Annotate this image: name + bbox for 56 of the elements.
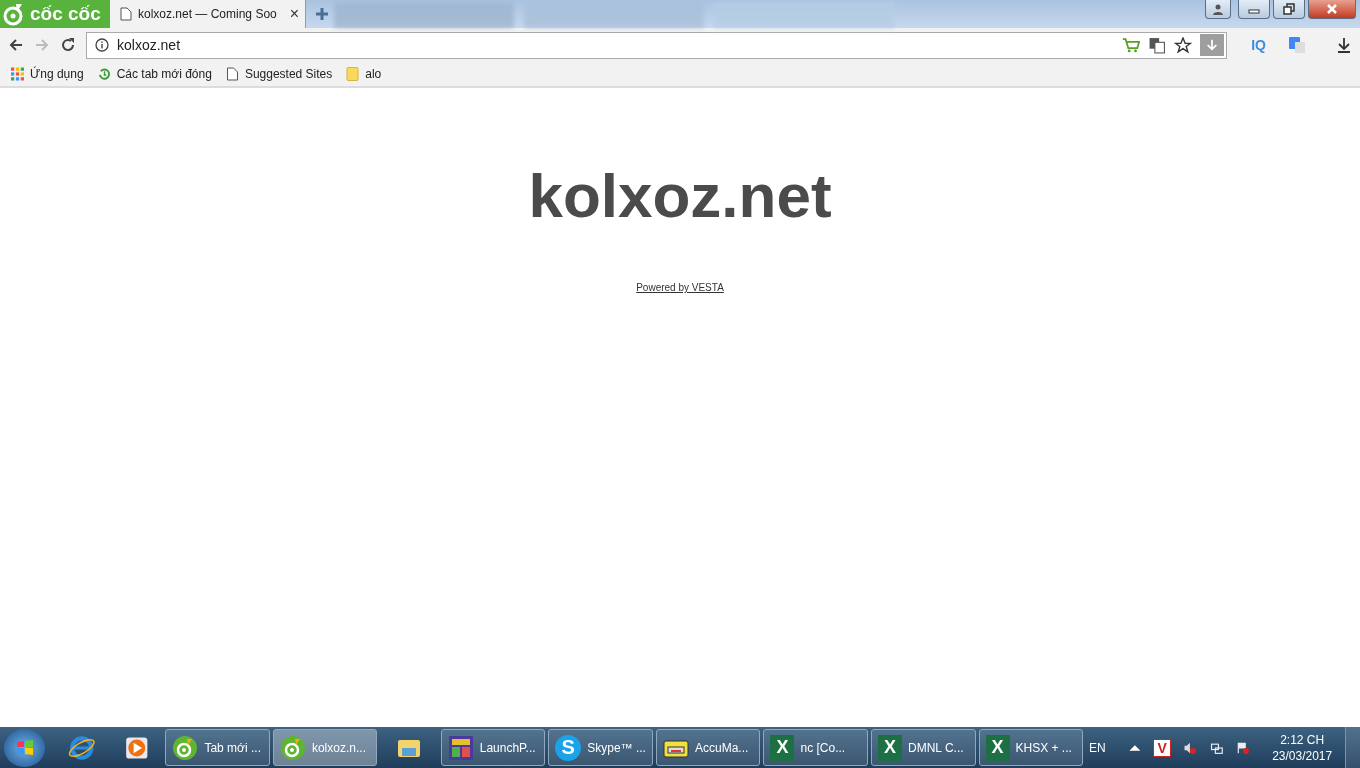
taskbar-button[interactable]: X DMNL C...: [871, 729, 976, 766]
bookmark-item[interactable]: Ứng dụng: [11, 67, 84, 81]
page-icon: [120, 7, 132, 21]
address-bar[interactable]: kolxoz.net: [86, 31, 1228, 59]
spreadsheet-icon: X: [770, 734, 795, 761]
back-icon[interactable]: [8, 37, 24, 53]
windows-logo-icon: [14, 737, 35, 758]
browser-e-icon[interactable]: [68, 733, 96, 762]
taskbar-button[interactable]: S Skype™ ...: [548, 729, 653, 766]
profile-button[interactable]: [1205, 0, 1231, 19]
restore-icon: [1283, 3, 1295, 15]
spreadsheet-icon: X: [985, 734, 1010, 761]
spreadsheet-icon: X: [878, 734, 902, 761]
close-tab-button[interactable]: ×: [289, 5, 299, 23]
minimize-button[interactable]: [1238, 0, 1270, 19]
bookmark-item[interactable]: Các tab mới đóng: [97, 67, 212, 81]
download-icon[interactable]: [1336, 37, 1352, 53]
history-icon: [97, 67, 111, 81]
download-button[interactable]: [1200, 34, 1225, 56]
colorful-grid-icon: [447, 734, 474, 761]
powered-by-link[interactable]: Powered by VESTA: [636, 282, 724, 293]
taskbar-button[interactable]: X KHSX + ...: [978, 729, 1083, 766]
bookmark-item[interactable]: alo: [346, 67, 382, 81]
person-icon: [1212, 3, 1224, 15]
bookmark-item[interactable]: Suggested Sites: [225, 67, 333, 81]
taskbar-button[interactable]: Tab mới ...: [165, 729, 270, 766]
language-indicator[interactable]: EN: [1089, 740, 1106, 755]
restore-button[interactable]: [1273, 0, 1305, 19]
down-arrow-icon: [1205, 38, 1220, 52]
apps-grid-icon: [11, 67, 24, 81]
url-text: kolxoz.net: [117, 37, 181, 53]
tab-title: kolxoz.net — Coming Soo: [138, 7, 278, 21]
clock[interactable]: 2:12 CH 23/03/2017: [1272, 732, 1333, 763]
taskbar-button[interactable]: kolxoz.n...: [272, 729, 378, 766]
reload-icon[interactable]: [60, 37, 76, 53]
new-tab-icon[interactable]: [314, 6, 330, 22]
close-icon: [1326, 3, 1338, 15]
flag-icon[interactable]: [1236, 740, 1251, 755]
browser-logo-icon: [172, 734, 199, 761]
show-desktop-button[interactable]: [1345, 727, 1360, 768]
start-button[interactable]: [4, 728, 46, 767]
taskbar-button[interactable]: LaunchP...: [440, 729, 546, 766]
close-button[interactable]: [1308, 0, 1356, 19]
skype-icon: S: [555, 734, 582, 761]
browser-tab[interactable]: kolxoz.net — Coming Soo ×: [110, 0, 306, 28]
antivirus-icon[interactable]: V: [1153, 738, 1171, 757]
taskbar-button[interactable]: X nc [Co...: [763, 729, 868, 766]
browser-logo-icon: [279, 734, 306, 761]
page-icon: [225, 67, 239, 81]
taskbar-button[interactable]: AccuMa...: [655, 729, 761, 766]
info-icon: [95, 38, 109, 52]
page-heading: kolxoz.net: [528, 160, 832, 232]
muted-speaker-icon[interactable]: [1182, 740, 1197, 755]
cart-icon[interactable]: [1122, 36, 1141, 54]
folder-icon: [346, 67, 360, 81]
star-icon[interactable]: [1174, 36, 1193, 54]
